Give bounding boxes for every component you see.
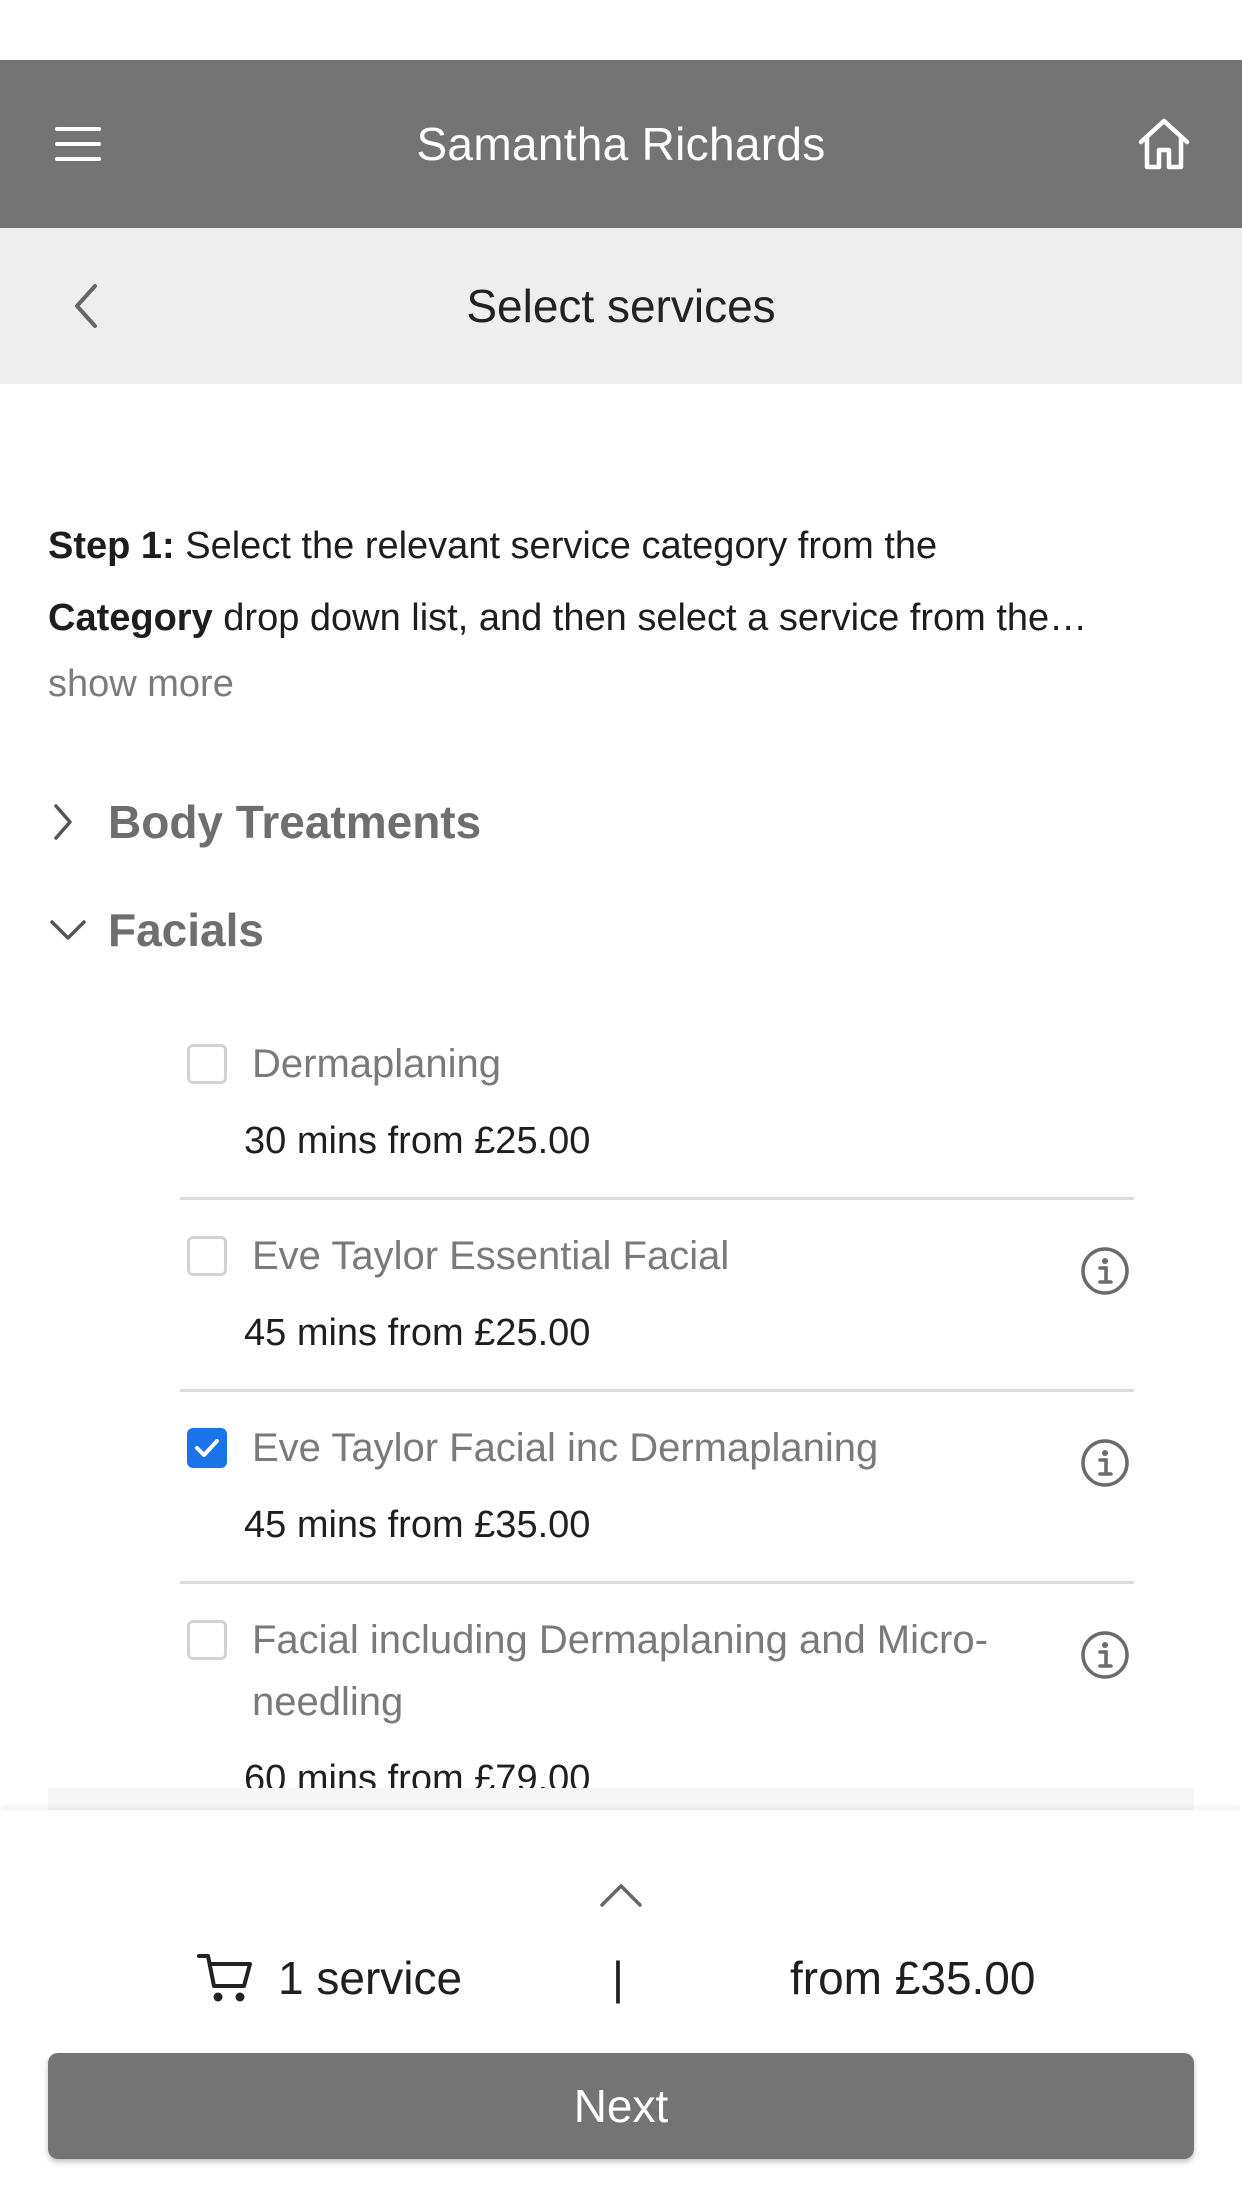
cart-summary[interactable]: 1 service [196, 1920, 462, 2036]
info-icon[interactable] [1078, 1436, 1132, 1490]
category-word: Category [48, 597, 213, 639]
category-label: Facials [108, 904, 264, 956]
status-bar [0, 0, 1242, 60]
service-checkbox[interactable] [187, 1044, 227, 1084]
separator: | [612, 1952, 624, 2004]
list-scroll-edge [48, 1788, 1194, 1810]
chevron-up-icon[interactable] [590, 1870, 652, 1920]
service-name: Facial including Dermaplaning and Micro-… [252, 1609, 1012, 1733]
category-label: Body Treatments [108, 796, 482, 848]
cart-total: from £35.00 [790, 1952, 1036, 2004]
category-body-treatments[interactable]: Body Treatments [48, 782, 481, 862]
divider [180, 1197, 1134, 1200]
service-checkbox[interactable] [187, 1236, 227, 1276]
service-name-line1: Facial including Dermaplaning and Micro- [252, 1618, 988, 1662]
section-title: Select services [466, 280, 776, 332]
service-checkbox-checked[interactable] [187, 1428, 227, 1468]
service-duration-price: 30 mins from £25.00 [244, 1120, 591, 1162]
cart-footer: 1 service | from £35.00 Next [0, 1810, 1242, 2208]
info-icon[interactable] [1078, 1628, 1132, 1682]
app-bar: Samantha Richards [0, 60, 1242, 228]
divider [180, 1581, 1134, 1584]
instructions-line2: drop down list, and then select a servic… [212, 597, 1088, 639]
divider [180, 1389, 1134, 1392]
cart-count: 1 service [278, 1952, 463, 2004]
service-name: Eve Taylor Essential Facial [252, 1234, 730, 1278]
home-icon[interactable] [1124, 104, 1204, 184]
service-duration-price: 45 mins from £25.00 [244, 1312, 591, 1354]
checkmark-icon [195, 1439, 219, 1457]
instructions-text: Step 1: Select the relevant service cate… [48, 510, 1198, 654]
info-icon[interactable] [1078, 1244, 1132, 1298]
sub-header: Select services [0, 228, 1242, 384]
chevron-right-icon [48, 782, 108, 862]
service-duration-price: 45 mins from £35.00 [244, 1504, 591, 1546]
service-name: Dermaplaning [252, 1042, 502, 1086]
service-name-line2: needling [252, 1680, 404, 1724]
next-button[interactable]: Next [48, 2053, 1194, 2159]
page-title: Samantha Richards [416, 118, 826, 170]
chevron-down-icon [48, 890, 108, 970]
step-label: Step 1: [48, 525, 175, 567]
service-checkbox[interactable] [187, 1620, 227, 1660]
category-facials[interactable]: Facials [48, 890, 264, 970]
instructions-line1: Select the relevant service category fro… [174, 525, 938, 567]
service-name: Eve Taylor Facial inc Dermaplaning [252, 1426, 879, 1470]
cart-icon [196, 1947, 258, 2009]
show-more-link[interactable]: show more [48, 654, 234, 714]
